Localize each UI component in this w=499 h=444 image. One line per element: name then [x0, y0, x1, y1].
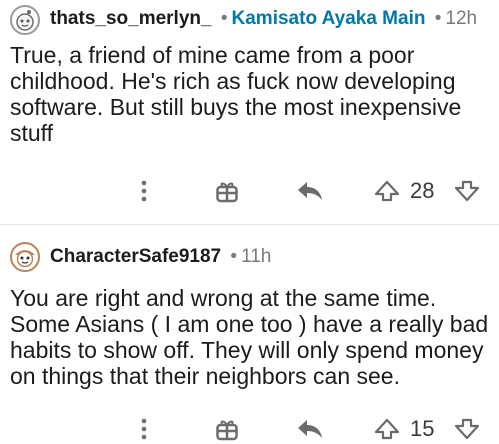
upvote-button[interactable]	[372, 176, 402, 206]
upvote-arrow-icon	[374, 418, 400, 440]
reply-icon	[298, 420, 322, 438]
comment-body: You are right and wrong at the same time…	[10, 285, 489, 389]
comment-divider	[0, 224, 499, 225]
snoo-avatar-icon	[16, 10, 34, 31]
more-options-button[interactable]	[136, 176, 152, 206]
timestamp: 12h	[445, 8, 478, 29]
username[interactable]: thats_so_merlyn_	[50, 8, 212, 29]
comment-body: True, a friend of mine came from a poor …	[10, 42, 462, 146]
timestamp: 11h	[241, 246, 272, 267]
upvote-arrow-icon	[374, 180, 400, 202]
reply-icon	[298, 182, 322, 200]
vote-score: 28	[410, 178, 435, 203]
reply-button[interactable]	[294, 176, 326, 206]
snoo-avatar-icon	[15, 250, 35, 268]
downvote-arrow-icon	[454, 180, 480, 202]
award-button[interactable]	[214, 176, 240, 206]
user-avatar[interactable]	[10, 242, 40, 272]
user-avatar[interactable]	[10, 5, 40, 35]
comment-meta: CharacterSafe9187 • 11h	[50, 246, 271, 268]
separator-dot: •	[434, 8, 442, 29]
gift-award-icon	[216, 420, 238, 441]
downvote-button[interactable]	[452, 176, 482, 206]
separator-dot: •	[230, 246, 238, 267]
user-flair: Kamisato Ayaka Main	[231, 8, 426, 29]
gift-award-icon	[216, 182, 238, 203]
comment-meta: thats_so_merlyn_ • Kamisato Ayaka Main • 1…	[50, 8, 477, 30]
more-options-icon	[141, 418, 147, 440]
downvote-arrow-icon	[454, 418, 480, 440]
username[interactable]: CharacterSafe9187	[50, 246, 221, 267]
more-options-icon	[141, 180, 147, 202]
comment-actions: 28	[0, 176, 499, 206]
separator-dot: •	[220, 8, 228, 29]
